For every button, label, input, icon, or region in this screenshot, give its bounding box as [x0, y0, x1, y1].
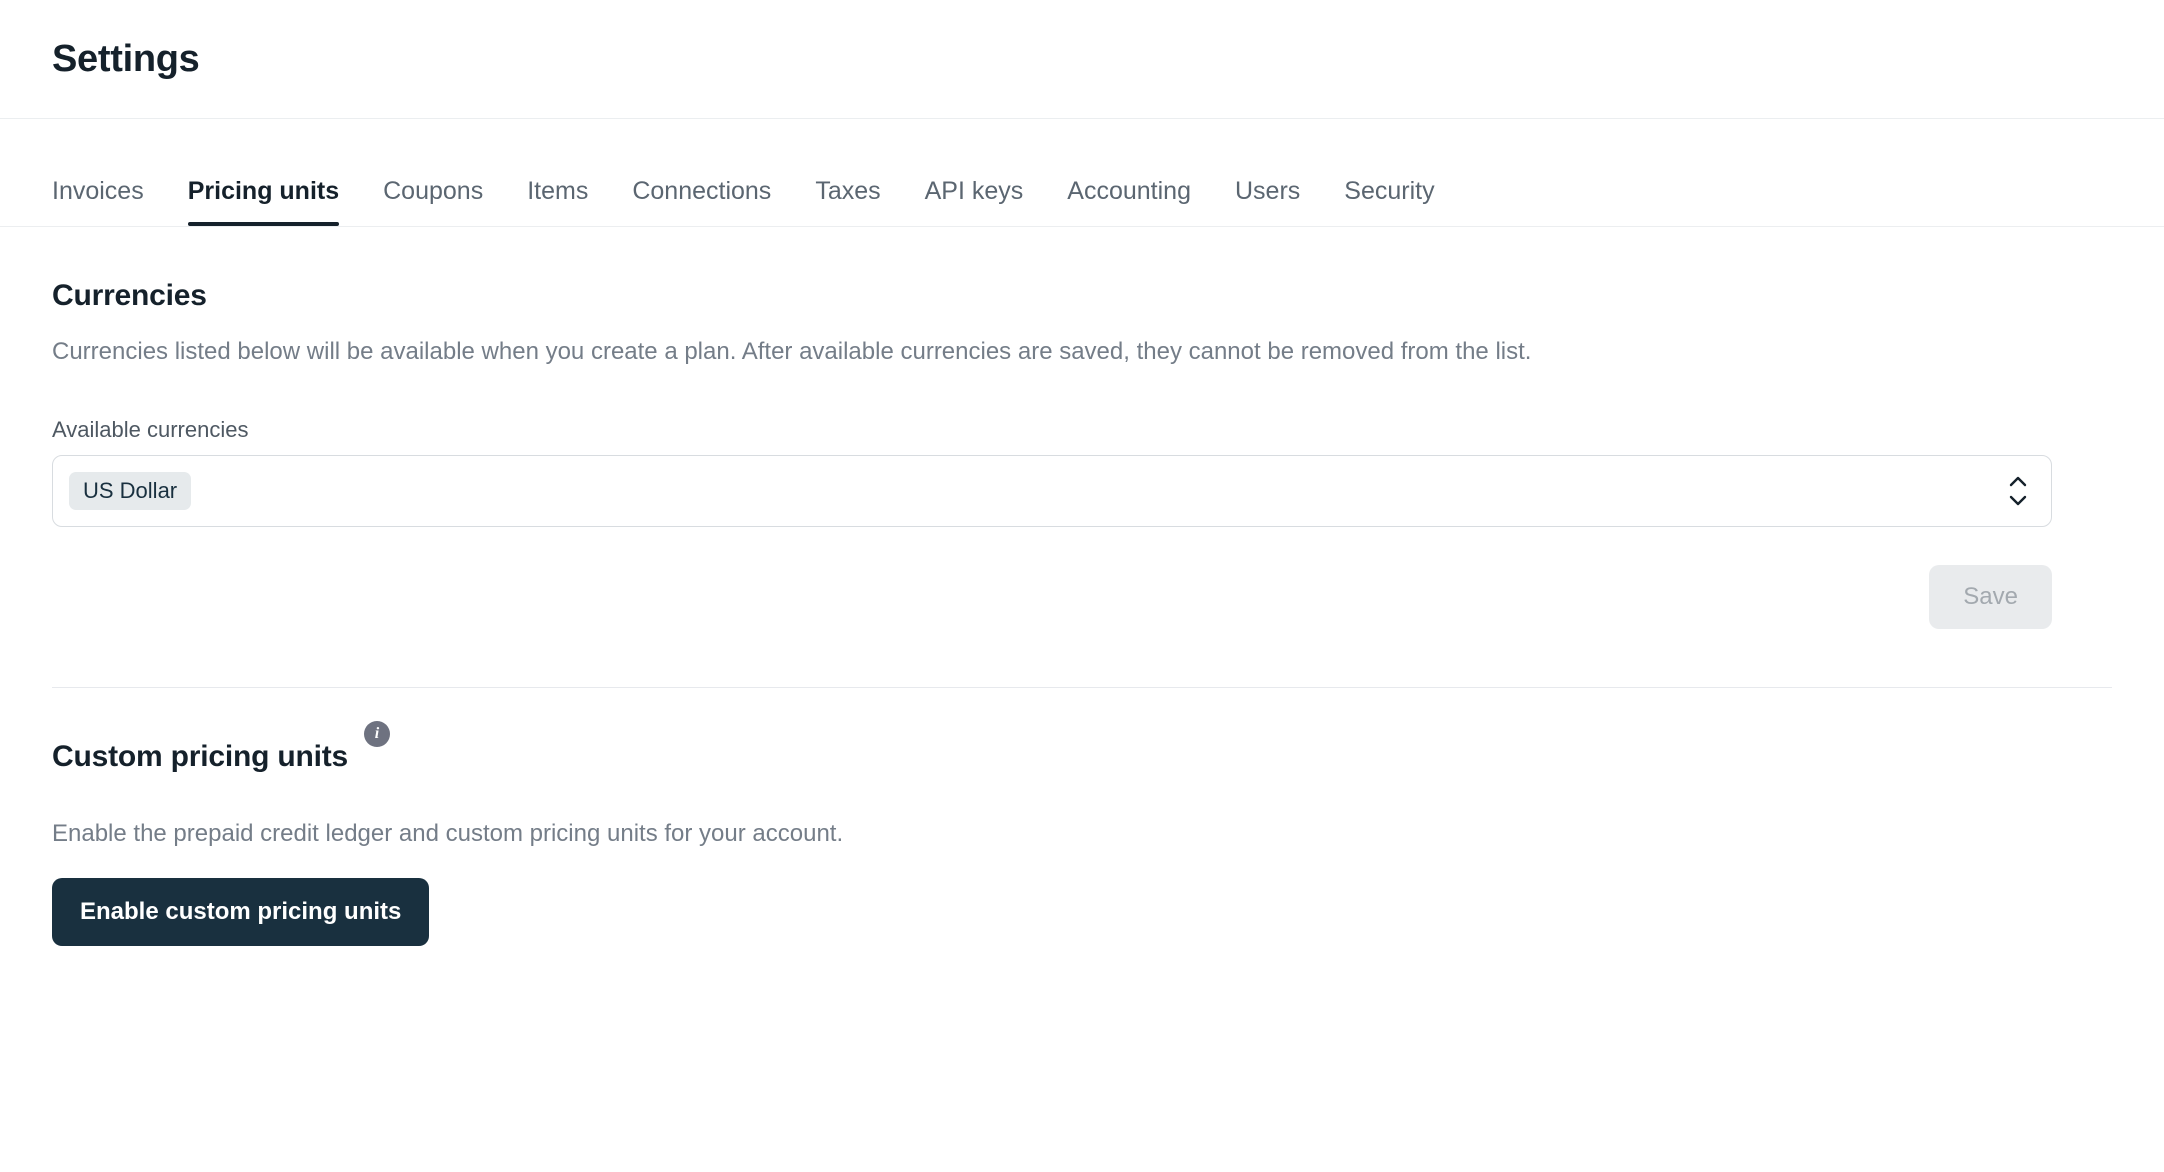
page-title: Settings	[52, 37, 200, 80]
custom-pricing-units-heading: Custom pricing units	[52, 739, 349, 773]
custom-pricing-units-actions: Enable custom pricing units	[52, 877, 2052, 946]
tab-coupons[interactable]: Coupons	[361, 179, 505, 226]
chevron-up-down-icon[interactable]	[2007, 474, 2029, 508]
available-currencies-select[interactable]: US Dollar	[52, 454, 2052, 527]
tab-accounting[interactable]: Accounting	[1045, 179, 1213, 226]
custom-pricing-units-description: Enable the prepaid credit ledger and cus…	[52, 819, 844, 847]
settings-content: Currencies Currencies listed below will …	[0, 279, 2164, 946]
tab-security[interactable]: Security	[1322, 179, 1456, 226]
tab-connections[interactable]: Connections	[610, 179, 793, 226]
enable-custom-pricing-units-button[interactable]: Enable custom pricing units	[52, 877, 430, 946]
tab-items[interactable]: Items	[505, 179, 610, 226]
currency-chip-us-dollar[interactable]: US Dollar	[69, 471, 192, 510]
currencies-actions: Save	[52, 564, 2052, 629]
tab-taxes[interactable]: Taxes	[793, 179, 902, 226]
currencies-description: Currencies listed below will be availabl…	[52, 338, 1532, 365]
currencies-section: Currencies Currencies listed below will …	[52, 279, 2052, 629]
page-header: Settings	[0, 0, 2164, 119]
tab-invoices[interactable]: Invoices	[52, 179, 166, 226]
custom-pricing-units-heading-row: Custom pricing units i	[52, 688, 2052, 774]
tab-api-keys[interactable]: API keys	[903, 179, 1046, 226]
custom-pricing-units-section: Custom pricing units i Enable the prepai…	[52, 688, 2052, 946]
tab-pricing-units[interactable]: Pricing units	[166, 179, 361, 226]
tab-users[interactable]: Users	[1213, 179, 1322, 226]
info-icon[interactable]: i	[364, 720, 391, 747]
save-button[interactable]: Save	[1929, 564, 2052, 629]
available-currencies-label: Available currencies	[52, 416, 249, 442]
settings-tabs: Invoices Pricing units Coupons Items Connect…	[0, 119, 2164, 227]
currencies-heading: Currencies	[52, 279, 207, 312]
